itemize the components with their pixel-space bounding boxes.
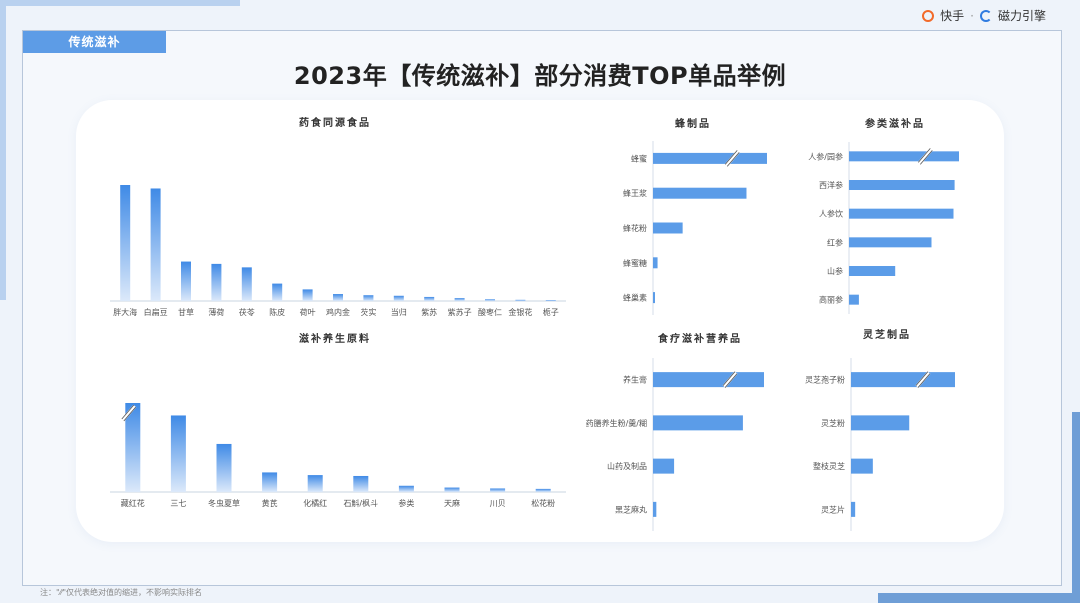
bar bbox=[535, 488, 551, 492]
x-tick-label: 芡实 bbox=[360, 307, 376, 317]
bar bbox=[353, 475, 369, 492]
x-tick-label: 松花粉 bbox=[531, 498, 555, 508]
x-tick-label: 当归 bbox=[391, 307, 407, 317]
bar bbox=[849, 237, 932, 248]
x-tick-label: 栀子 bbox=[543, 307, 559, 317]
y-tick-label: 药膳养生粉/羹/糊 bbox=[586, 418, 647, 428]
bar bbox=[653, 222, 683, 234]
x-tick-label: 甘草 bbox=[178, 307, 194, 317]
bar bbox=[653, 458, 675, 474]
y-tick-label: 红参 bbox=[827, 237, 843, 247]
y-tick-label: 山药及制品 bbox=[607, 461, 647, 471]
x-tick-label: 鸡内金 bbox=[326, 307, 350, 317]
x-tick-label: 黄芪 bbox=[262, 498, 278, 508]
bar bbox=[307, 475, 323, 492]
bar bbox=[393, 295, 404, 301]
bar bbox=[272, 283, 283, 301]
bar bbox=[485, 299, 495, 301]
x-tick-label: 紫苏子 bbox=[448, 307, 472, 317]
bar bbox=[120, 185, 131, 301]
bar bbox=[849, 266, 896, 276]
bar bbox=[851, 415, 910, 431]
bar bbox=[150, 188, 161, 301]
chart-title: 灵芝制品 bbox=[863, 328, 911, 341]
y-tick-label: 灵芝片 bbox=[821, 504, 845, 514]
chart-title: 滋补养生原料 bbox=[299, 332, 371, 345]
x-tick-label: 三七 bbox=[170, 499, 186, 508]
y-tick-label: 蜂王浆 bbox=[623, 188, 647, 198]
x-tick-label: 化橘红 bbox=[303, 498, 327, 508]
bar bbox=[211, 263, 222, 301]
x-tick-label: 金银花 bbox=[508, 307, 532, 317]
x-tick-label: 川贝 bbox=[490, 499, 506, 508]
x-tick-label: 紫苏 bbox=[421, 307, 437, 317]
bar bbox=[851, 501, 856, 517]
bar bbox=[653, 292, 655, 304]
bar bbox=[170, 415, 186, 492]
x-tick-label: 荷叶 bbox=[300, 307, 316, 317]
x-tick-label: 白扁豆 bbox=[144, 307, 168, 317]
x-tick-label: 石斛/枫斗 bbox=[343, 498, 378, 508]
bar bbox=[851, 458, 873, 474]
bar bbox=[515, 299, 526, 301]
bar bbox=[444, 487, 460, 492]
bar bbox=[216, 443, 232, 492]
bar bbox=[262, 472, 278, 492]
footnote: 注："⁄⁄"仅代表绝对值的缩进，不影响实际排名 bbox=[40, 588, 203, 597]
bar bbox=[849, 151, 959, 162]
x-tick-label: 胖大海 bbox=[113, 307, 137, 317]
x-tick-label: 天麻 bbox=[444, 498, 460, 508]
bar bbox=[398, 485, 414, 492]
bar bbox=[653, 372, 764, 388]
y-tick-label: 黑芝麻丸 bbox=[615, 504, 647, 514]
bar bbox=[851, 372, 955, 388]
chart-title: 食疗滋补营养品 bbox=[657, 332, 742, 345]
x-tick-label: 薄荷 bbox=[208, 307, 224, 317]
y-tick-label: 整枝灵芝 bbox=[813, 461, 845, 471]
y-tick-label: 蜂蜜糖 bbox=[623, 258, 647, 268]
y-tick-label: 灵芝粉 bbox=[821, 418, 845, 428]
y-tick-label: 人参饮 bbox=[819, 209, 843, 219]
bar bbox=[241, 267, 252, 301]
bar bbox=[849, 208, 954, 219]
y-tick-label: 西洋参 bbox=[819, 180, 843, 190]
bar bbox=[849, 180, 955, 190]
bar bbox=[653, 415, 743, 431]
x-tick-label: 参类 bbox=[398, 498, 414, 508]
x-tick-label: 冬虫夏草 bbox=[208, 498, 240, 508]
chart-title: 蜂制品 bbox=[675, 117, 711, 130]
x-tick-label: 酸枣仁 bbox=[478, 307, 502, 317]
y-tick-label: 灵芝孢子粉 bbox=[805, 375, 845, 385]
y-tick-label: 人参/园参 bbox=[808, 151, 843, 161]
chart-title: 参类滋补品 bbox=[865, 117, 925, 130]
charts-canvas: 药食同源食品胖大海 白扁豆 甘草 薄荷 茯苓 陈皮 荷叶 鸡内金 芡实 当归 紫苏 紫苏子 酸枣仁 金银花… bbox=[110, 116, 959, 531]
bar bbox=[333, 294, 343, 301]
bar bbox=[653, 501, 657, 517]
x-tick-label: 陈皮 bbox=[269, 307, 285, 317]
y-tick-label: 高丽参 bbox=[819, 295, 843, 305]
bar bbox=[653, 257, 658, 269]
bar bbox=[653, 152, 767, 164]
bar bbox=[545, 300, 556, 301]
bar bbox=[454, 298, 465, 301]
bar bbox=[490, 488, 506, 492]
bar bbox=[363, 295, 374, 301]
y-tick-label: 蜂蜜 bbox=[631, 153, 647, 163]
x-tick-label: 茯苓 bbox=[239, 307, 255, 317]
chart-title: 药食同源食品 bbox=[299, 116, 371, 129]
bar bbox=[653, 187, 747, 199]
y-tick-label: 山参 bbox=[827, 266, 843, 276]
bar bbox=[849, 294, 859, 305]
y-tick-label: 蜂花粉 bbox=[623, 223, 647, 233]
x-tick-label: 藏红花 bbox=[121, 498, 145, 508]
bar bbox=[424, 296, 435, 301]
bar bbox=[181, 261, 191, 301]
y-tick-label: 养生膏 bbox=[623, 375, 647, 385]
bar bbox=[302, 289, 313, 301]
y-tick-label: 蜂巢素 bbox=[623, 293, 647, 303]
